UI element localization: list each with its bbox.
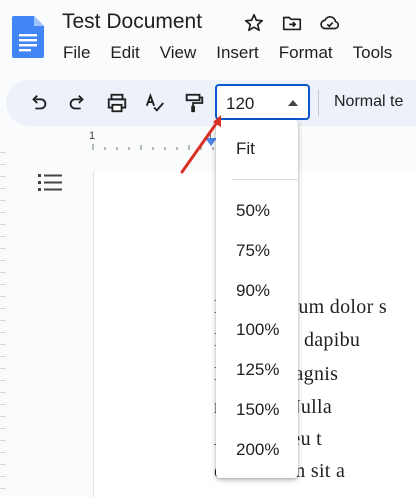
zoom-option-150[interactable]: 150% (236, 400, 279, 420)
print-icon[interactable] (106, 92, 128, 114)
menu-divider (232, 179, 298, 180)
toolbar-divider (318, 90, 319, 116)
zoom-dropdown-menu: Fit 50% 75% 90% 100% 125% 150% 200% (216, 120, 298, 478)
menu-format[interactable]: Format (279, 43, 333, 63)
zoom-option-125[interactable]: 125% (236, 360, 279, 380)
zoom-option-90[interactable]: 90% (236, 281, 270, 301)
menu-file[interactable]: File (63, 43, 90, 63)
zoom-select[interactable]: 120 (215, 84, 310, 120)
zoom-value: 120 (226, 94, 255, 113)
ruler-label: 1 (89, 130, 96, 142)
zoom-option-200[interactable]: 200% (236, 440, 279, 460)
menu-bar: File Edit View Insert Format Tools (63, 43, 412, 63)
zoom-option-fit[interactable]: Fit (236, 139, 255, 159)
zoom-option-75[interactable]: 75% (236, 241, 270, 261)
vertical-ruler (0, 152, 6, 497)
paragraph-style-select[interactable]: Normal te (334, 93, 403, 111)
cloud-saved-icon[interactable] (319, 12, 341, 34)
redo-icon[interactable] (66, 92, 88, 114)
star-icon[interactable] (243, 12, 265, 34)
zoom-option-50[interactable]: 50% (236, 201, 270, 221)
caret-up-icon (288, 100, 298, 106)
docs-logo-icon[interactable] (12, 16, 44, 58)
document-title[interactable]: Test Document (62, 10, 202, 34)
menu-view[interactable]: View (160, 43, 197, 63)
menu-edit[interactable]: Edit (110, 43, 139, 63)
menu-insert[interactable]: Insert (216, 43, 259, 63)
menu-tools[interactable]: Tools (353, 43, 393, 63)
undo-icon[interactable] (28, 92, 50, 114)
move-folder-icon[interactable] (281, 12, 303, 34)
zoom-option-100[interactable]: 100% (236, 320, 279, 340)
outline-icon[interactable] (38, 172, 62, 194)
paint-format-icon[interactable] (183, 92, 205, 114)
spellcheck-icon[interactable] (144, 92, 166, 114)
